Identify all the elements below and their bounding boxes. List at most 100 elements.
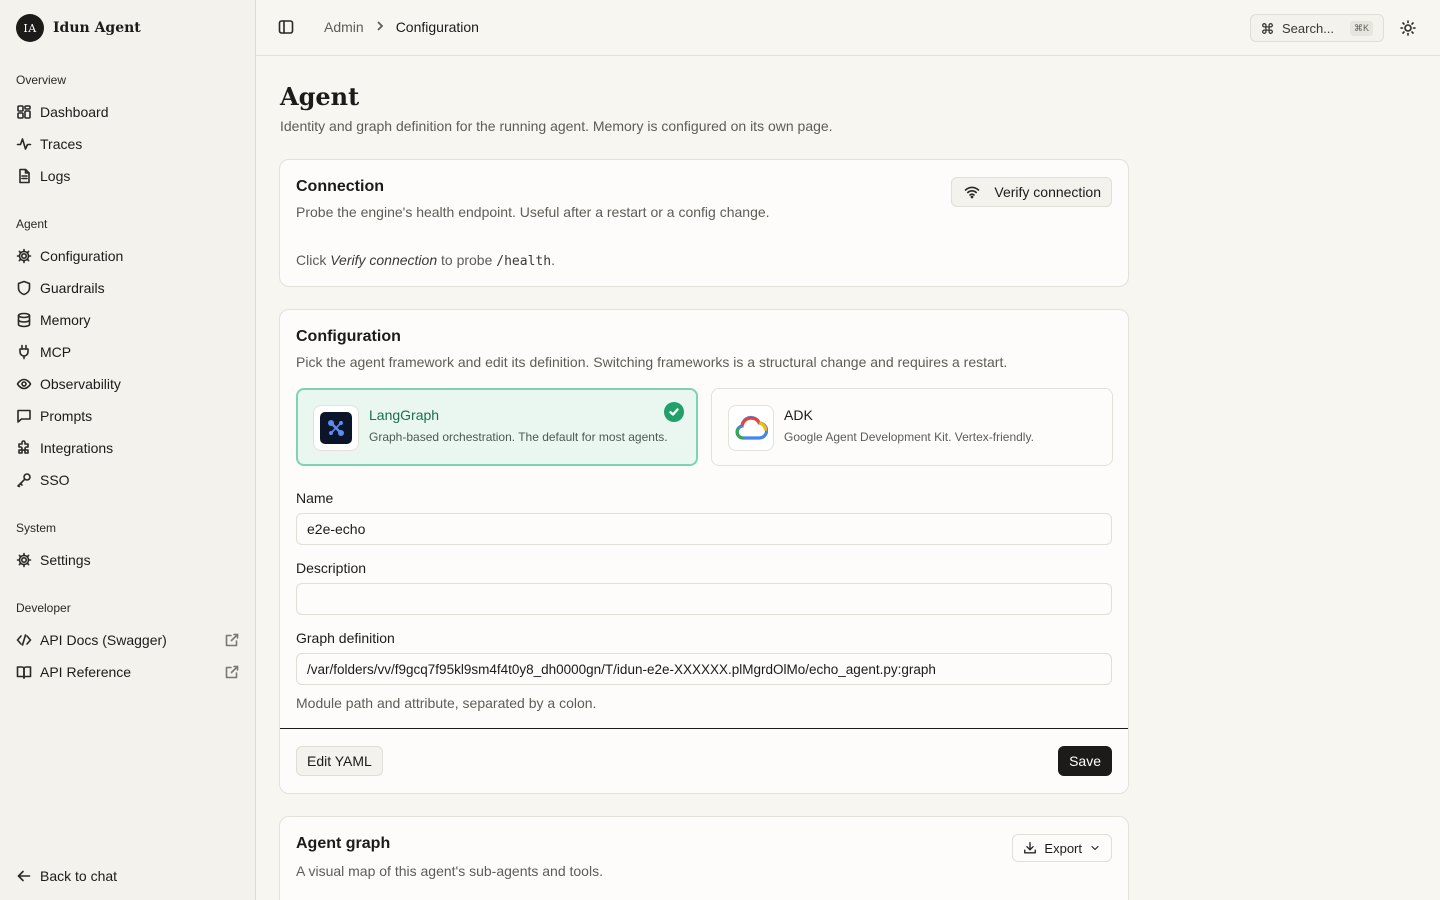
sidebar-item-label: MCP — [40, 344, 72, 360]
sidebar-item-configuration[interactable]: Configuration — [8, 241, 248, 271]
chevron-right-icon — [374, 19, 386, 35]
breadcrumb-admin[interactable]: Admin — [324, 19, 364, 35]
search-button[interactable]: Search... ⌘K — [1250, 14, 1384, 42]
file-text-icon — [16, 168, 32, 184]
sidebar-item-label: Guardrails — [40, 280, 105, 296]
sidebar-item-sso[interactable]: SSO — [8, 465, 248, 495]
edit-yaml-button[interactable]: Edit YAML — [296, 746, 383, 776]
wifi-icon — [964, 184, 980, 200]
sidebar-item-label: Prompts — [40, 408, 93, 424]
sidebar-item-observability[interactable]: Observability — [8, 369, 248, 399]
configuration-card: Configuration Pick the agent framework a… — [279, 309, 1129, 794]
brand-name: Idun Agent — [53, 20, 141, 36]
sidebar-item-label: API Docs (Swagger) — [40, 632, 167, 648]
sidebar-item-label: Memory — [40, 312, 91, 328]
framework-option-langgraph[interactable]: LangGraph Graph-based orchestration. The… — [296, 388, 698, 466]
sidebar-item-label: Logs — [40, 168, 71, 184]
framework-desc: Google Agent Development Kit. Vertex-fri… — [784, 430, 1034, 444]
description-label: Description — [296, 560, 367, 576]
database-icon — [16, 312, 32, 328]
page-subtitle: Identity and graph definition for the ru… — [280, 118, 833, 134]
code-icon — [16, 632, 32, 648]
puzzle-icon — [16, 440, 32, 456]
command-icon — [1261, 22, 1274, 35]
search-label: Search... — [1282, 20, 1335, 36]
brand-avatar: IA — [16, 14, 44, 42]
graph-definition-help: Module path and attribute, separated by … — [296, 695, 597, 711]
description-input[interactable] — [296, 583, 1112, 615]
external-link-icon — [224, 632, 240, 648]
sidebar-item-label: Traces — [40, 136, 83, 152]
key-icon — [16, 472, 32, 488]
brand[interactable]: IA Idun Agent — [16, 14, 141, 42]
activity-icon — [16, 136, 32, 152]
breadcrumb: Admin Configuration — [324, 19, 479, 35]
sidebar-item-label: Integrations — [40, 440, 114, 456]
langgraph-logo — [313, 405, 359, 451]
verify-connection-button[interactable]: Verify connection — [951, 177, 1112, 207]
sidebar-item-label: Dashboard — [40, 104, 109, 120]
dashboard-icon — [16, 104, 32, 120]
framework-desc: Graph-based orchestration. The default f… — [369, 430, 668, 444]
plug-icon — [16, 344, 32, 360]
book-open-icon — [16, 664, 32, 680]
check-icon — [664, 402, 684, 422]
sidebar-item-api-reference[interactable]: API Reference — [8, 657, 248, 687]
back-to-chat-label: Back to chat — [40, 868, 118, 884]
graph-definition-input[interactable]: /var/folders/vv/f9gcq7f95kl9sm4f4t0y8_dh… — [296, 653, 1112, 685]
card-footer-divider — [280, 728, 1128, 729]
graph-definition-label: Graph definition — [296, 630, 395, 646]
eye-icon — [16, 376, 32, 392]
name-input[interactable]: e2e-echo — [296, 513, 1112, 545]
sidebar-item-memory[interactable]: Memory — [8, 305, 248, 335]
connection-card: Connection Probe the engine's health end… — [279, 159, 1129, 287]
sidebar: IA Idun Agent Overview Dashboard Traces … — [0, 0, 256, 900]
sidebar-toggle-icon[interactable] — [278, 19, 294, 35]
sidebar-item-api-docs[interactable]: API Docs (Swagger) — [8, 625, 248, 655]
nav-heading-system: System — [16, 521, 57, 535]
download-icon — [1023, 841, 1037, 855]
framework-name: LangGraph — [369, 407, 440, 423]
back-to-chat-link[interactable]: Back to chat — [8, 861, 248, 891]
export-button[interactable]: Export — [1012, 834, 1112, 862]
topbar: Admin Configuration Search... ⌘K — [256, 0, 1440, 56]
google-cloud-logo — [728, 405, 774, 451]
breadcrumb-current: Configuration — [395, 19, 479, 35]
agent-graph-title: Agent graph — [296, 835, 391, 852]
sidebar-item-prompts[interactable]: Prompts — [8, 401, 248, 431]
agent-graph-subtitle: A visual map of this agent's sub-agents … — [296, 863, 603, 879]
connection-title: Connection — [296, 178, 384, 195]
sidebar-item-integrations[interactable]: Integrations — [8, 433, 248, 463]
nav-heading-developer: Developer — [16, 601, 71, 615]
verify-connection-label: Verify connection — [994, 184, 1101, 200]
connection-subtitle: Probe the engine's health endpoint. Usef… — [296, 204, 770, 220]
sidebar-item-label: Configuration — [40, 248, 124, 264]
shield-icon — [16, 280, 32, 296]
sidebar-item-mcp[interactable]: MCP — [8, 337, 248, 367]
chevron-down-icon — [1089, 842, 1101, 854]
sidebar-item-logs[interactable]: Logs — [8, 161, 248, 191]
sidebar-item-traces[interactable]: Traces — [8, 129, 248, 159]
framework-option-adk[interactable]: ADK Google Agent Development Kit. Vertex… — [711, 388, 1113, 466]
gear-icon — [16, 552, 32, 568]
name-label: Name — [296, 490, 334, 506]
page-title: Agent — [280, 82, 360, 111]
configuration-subtitle: Pick the agent framework and edit its de… — [296, 354, 1008, 370]
sidebar-item-settings[interactable]: Settings — [8, 545, 248, 575]
configuration-title: Configuration — [296, 328, 401, 345]
sun-icon[interactable] — [1400, 20, 1416, 36]
nav-heading-overview: Overview — [16, 73, 67, 87]
export-label: Export — [1044, 840, 1082, 856]
framework-name: ADK — [784, 407, 813, 423]
sidebar-item-label: Settings — [40, 552, 91, 568]
agent-graph-card: Agent graph A visual map of this agent's… — [279, 816, 1129, 900]
sidebar-item-guardrails[interactable]: Guardrails — [8, 273, 248, 303]
save-button[interactable]: Save — [1058, 746, 1112, 776]
arrow-left-icon — [16, 868, 32, 884]
external-link-icon — [224, 664, 240, 680]
sidebar-item-dashboard[interactable]: Dashboard — [8, 97, 248, 127]
search-shortcut: ⌘K — [1349, 21, 1373, 36]
gear-icon — [16, 248, 32, 264]
sidebar-item-label: Observability — [40, 376, 121, 392]
connection-hint: Click Verify connection to probe /health… — [296, 252, 555, 269]
